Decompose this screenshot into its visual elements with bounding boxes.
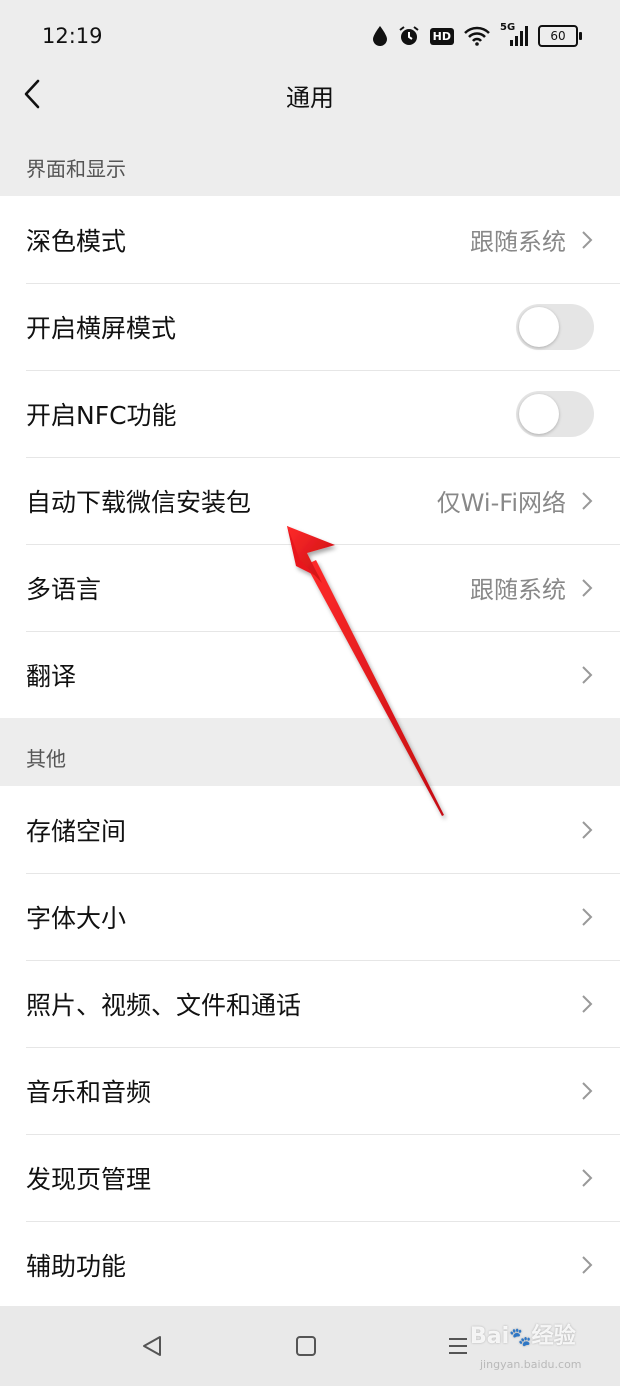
paw-icon: 🐾: [509, 1327, 532, 1348]
section-header-display: 界面和显示: [26, 157, 126, 181]
watermark-sub: jingyan.baidu.com: [480, 1358, 582, 1371]
toggle-knob: [519, 306, 559, 347]
chevron-right-icon: [582, 230, 593, 249]
chevron-right-icon: [582, 907, 593, 926]
alarm-icon: [399, 26, 419, 45]
back-triangle-icon[interactable]: [140, 1334, 164, 1358]
status-icons: HD 5G 60: [372, 22, 582, 48]
watermark-suffix: 经验: [531, 1324, 576, 1349]
chevron-right-icon: [582, 1168, 593, 1187]
row-label: 辅助功能: [26, 1251, 127, 1281]
row-auto-download[interactable]: 自动下载微信安装包 仅Wi-Fi网络: [0, 457, 620, 544]
chevron-right-icon: [582, 578, 593, 597]
row-value: 仅Wi-Fi网络: [436, 489, 566, 517]
status-time: 12:19: [42, 24, 103, 48]
row-label: 字体大小: [26, 903, 127, 933]
row-value: 跟随系统: [470, 576, 566, 604]
signal-icon: 5G: [500, 22, 528, 48]
chevron-right-icon: [582, 665, 593, 684]
battery-level: 60: [550, 29, 566, 43]
row-label: 自动下载微信安装包: [26, 487, 252, 517]
row-label: 存储空间: [26, 816, 127, 846]
wifi-icon: [464, 26, 490, 46]
row-storage[interactable]: 存储空间: [0, 786, 620, 873]
battery-icon: 60: [538, 25, 582, 47]
row-font-size[interactable]: 字体大小: [0, 873, 620, 960]
row-translate[interactable]: 翻译: [0, 631, 620, 718]
hd-icon: HD: [429, 27, 454, 45]
row-discover-management[interactable]: 发现页管理: [0, 1134, 620, 1221]
row-label: 开启横屏模式: [26, 313, 177, 343]
chevron-right-icon: [582, 820, 593, 839]
chevron-right-icon: [582, 1081, 593, 1100]
row-nfc: 开启NFC功能: [0, 370, 620, 457]
page-title: 通用: [286, 84, 334, 112]
menu-lines-icon[interactable]: [446, 1334, 470, 1358]
landscape-toggle[interactable]: [516, 303, 594, 350]
row-label: 开启NFC功能: [26, 400, 177, 430]
row-label: 照片、视频、文件和通话: [26, 990, 302, 1020]
nfc-toggle[interactable]: [516, 390, 594, 437]
home-square-icon[interactable]: [294, 1334, 318, 1358]
watermark-brand: Bai: [470, 1324, 510, 1349]
row-music-audio[interactable]: 音乐和音频: [0, 1047, 620, 1134]
row-label: 音乐和音频: [26, 1077, 152, 1107]
chevron-right-icon: [582, 491, 593, 510]
row-label: 深色模式: [26, 226, 127, 256]
row-label: 多语言: [26, 574, 102, 604]
row-dark-mode[interactable]: 深色模式 跟随系统: [0, 196, 620, 283]
settings-group-display: 深色模式 跟随系统 开启横屏模式 开启NFC功能 自动下载微信安装包 仅Wi-F…: [0, 196, 620, 718]
section-header-other: 其他: [26, 747, 66, 771]
row-media[interactable]: 照片、视频、文件和通话: [0, 960, 620, 1047]
row-label: 翻译: [26, 661, 77, 691]
status-bar: 12:19 HD 5G 60: [0, 0, 620, 72]
baidu-watermark: Bai🐾经验 jingyan.baidu.com: [470, 1318, 620, 1378]
settings-group-other: 存储空间 字体大小 照片、视频、文件和通话 音乐和音频 发现页管理 辅助功能: [0, 786, 620, 1308]
row-language[interactable]: 多语言 跟随系统: [0, 544, 620, 631]
row-label: 发现页管理: [26, 1164, 152, 1194]
row-landscape-mode: 开启横屏模式: [0, 283, 620, 370]
nav-bar: 通用: [0, 64, 620, 124]
chevron-right-icon: [582, 994, 593, 1013]
row-accessibility[interactable]: 辅助功能: [0, 1221, 620, 1308]
row-value: 跟随系统: [470, 228, 566, 256]
drop-icon: [372, 26, 387, 46]
toggle-knob: [519, 393, 559, 434]
chevron-right-icon: [582, 1255, 593, 1274]
